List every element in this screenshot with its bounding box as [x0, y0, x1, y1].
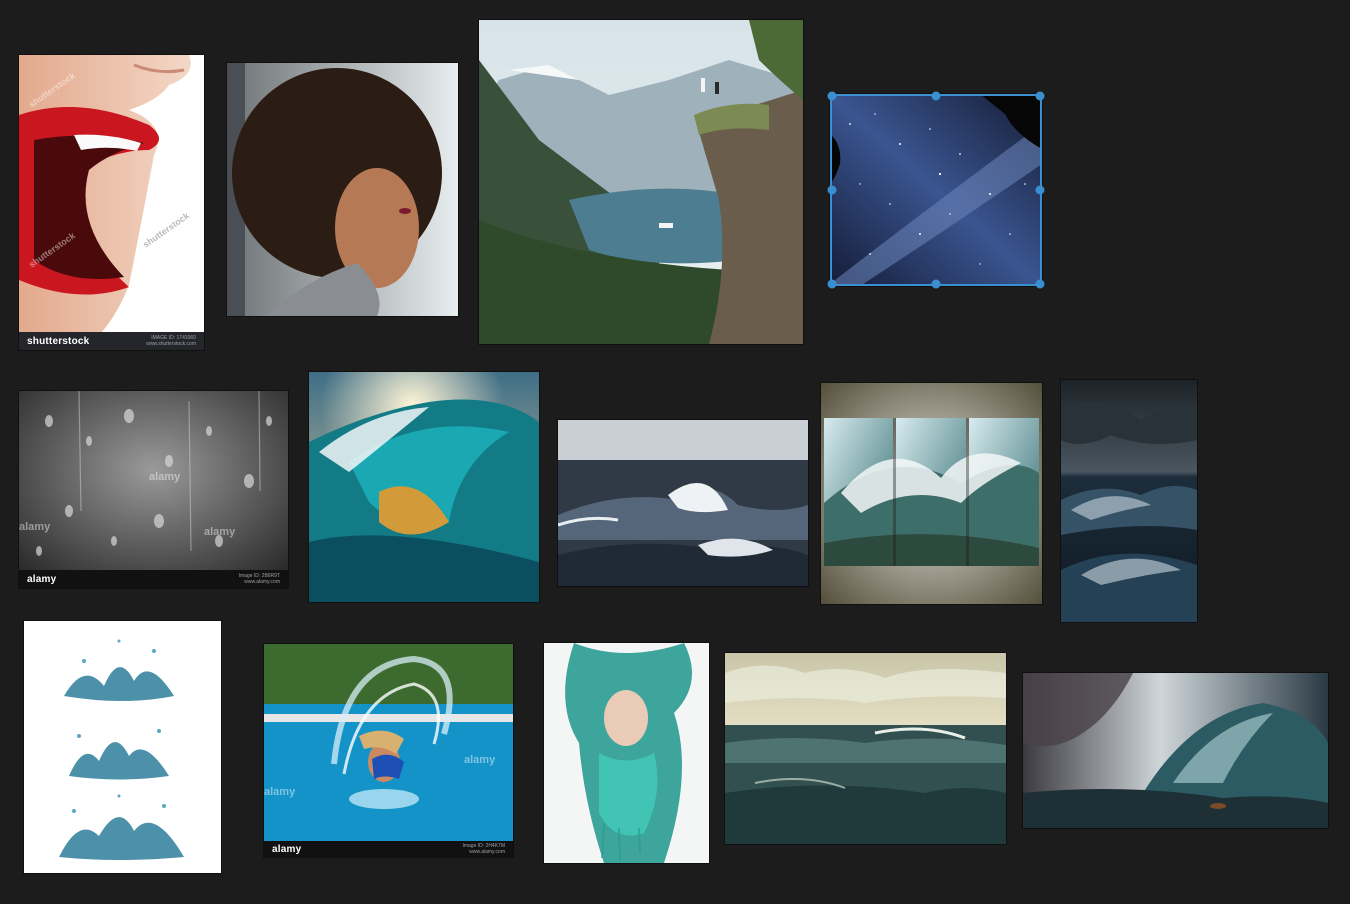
image-site-text: www.alamy.com: [244, 579, 280, 585]
image-tile-rain-glass[interactable]: alamy alamy alamy alamy Image ID: 2B6R9T…: [19, 391, 288, 588]
watermark-bar: shutterstock IMAGE ID: 1741060 www.shutt…: [19, 332, 204, 350]
image-tile-milky-way[interactable]: [830, 94, 1042, 286]
image-tile-open-mouth[interactable]: shutterstock shutterstock shutterstock s…: [19, 55, 204, 350]
woman-profile-image: [227, 63, 458, 316]
resize-handle-left[interactable]: [827, 185, 837, 195]
image-tile-triptych-wave[interactable]: [821, 383, 1042, 604]
image-tile-storm-sea[interactable]: [1061, 380, 1197, 622]
resize-handle-right[interactable]: [1035, 185, 1045, 195]
image-tile-golden-wave[interactable]: [309, 372, 539, 602]
watermark-diagonal: alamy: [204, 526, 236, 538]
storm-wave-painting-image: [1023, 673, 1328, 828]
watermark-logo: alamy: [27, 573, 57, 585]
image-site-text: www.alamy.com: [469, 849, 505, 855]
image-tile-teal-water-woman[interactable]: [544, 643, 709, 863]
resize-handle-top[interactable]: [931, 91, 941, 101]
storm-sea-image: [1061, 380, 1197, 622]
image-tile-water-splashes[interactable]: [24, 621, 221, 873]
image-tile-fjord-cliff[interactable]: [479, 20, 803, 344]
watermark-logo: alamy: [272, 843, 302, 855]
resize-handle-top-left[interactable]: [827, 91, 837, 101]
triptych-wave-image: [821, 383, 1042, 604]
image-tile-rough-sea[interactable]: [558, 420, 808, 586]
watermark-diagonal: alamy: [149, 471, 181, 483]
milky-way-image: [830, 94, 1042, 286]
resize-handle-top-right[interactable]: [1035, 91, 1045, 101]
watermark-logo: shutterstock: [27, 335, 90, 347]
ocean-painting-image: [725, 653, 1006, 844]
image-tile-ocean-painting[interactable]: [725, 653, 1006, 844]
image-site-text: www.shutterstock.com: [146, 341, 196, 347]
fjord-cliff-image: [479, 20, 803, 344]
image-tile-woman-profile[interactable]: [227, 63, 458, 316]
watermark-meta: Image ID: 2H4K7M www.alamy.com: [462, 843, 505, 855]
golden-wave-image: [309, 372, 539, 602]
resize-handle-bottom[interactable]: [931, 279, 941, 289]
watermark-diagonal: alamy: [264, 786, 296, 798]
image-tile-pool-hair-flip[interactable]: alamy alamy alamy Image ID: 2H4K7M www.a…: [264, 644, 513, 857]
watermark-diagonal: alamy: [19, 521, 51, 533]
resize-handle-bottom-left[interactable]: [827, 279, 837, 289]
watermark-meta: IMAGE ID: 1741060 www.shutterstock.com: [146, 335, 196, 347]
moodboard-canvas[interactable]: shutterstock shutterstock shutterstock s…: [0, 0, 1350, 904]
water-splashes-image: [24, 621, 221, 873]
resize-handle-bottom-right[interactable]: [1035, 279, 1045, 289]
watermark-diagonal: alamy: [464, 754, 496, 766]
watermark-bar: alamy Image ID: 2H4K7M www.alamy.com: [264, 841, 513, 857]
image-tile-storm-wave-painting[interactable]: [1023, 673, 1328, 828]
rough-sea-image: [558, 420, 808, 586]
watermark-bar: alamy Image ID: 2B6R9T www.alamy.com: [19, 570, 288, 588]
rain-glass-image: [19, 391, 288, 588]
watermark-meta: Image ID: 2B6R9T www.alamy.com: [239, 573, 280, 585]
pool-hair-flip-image: [264, 644, 513, 857]
teal-water-woman-image: [544, 643, 709, 863]
